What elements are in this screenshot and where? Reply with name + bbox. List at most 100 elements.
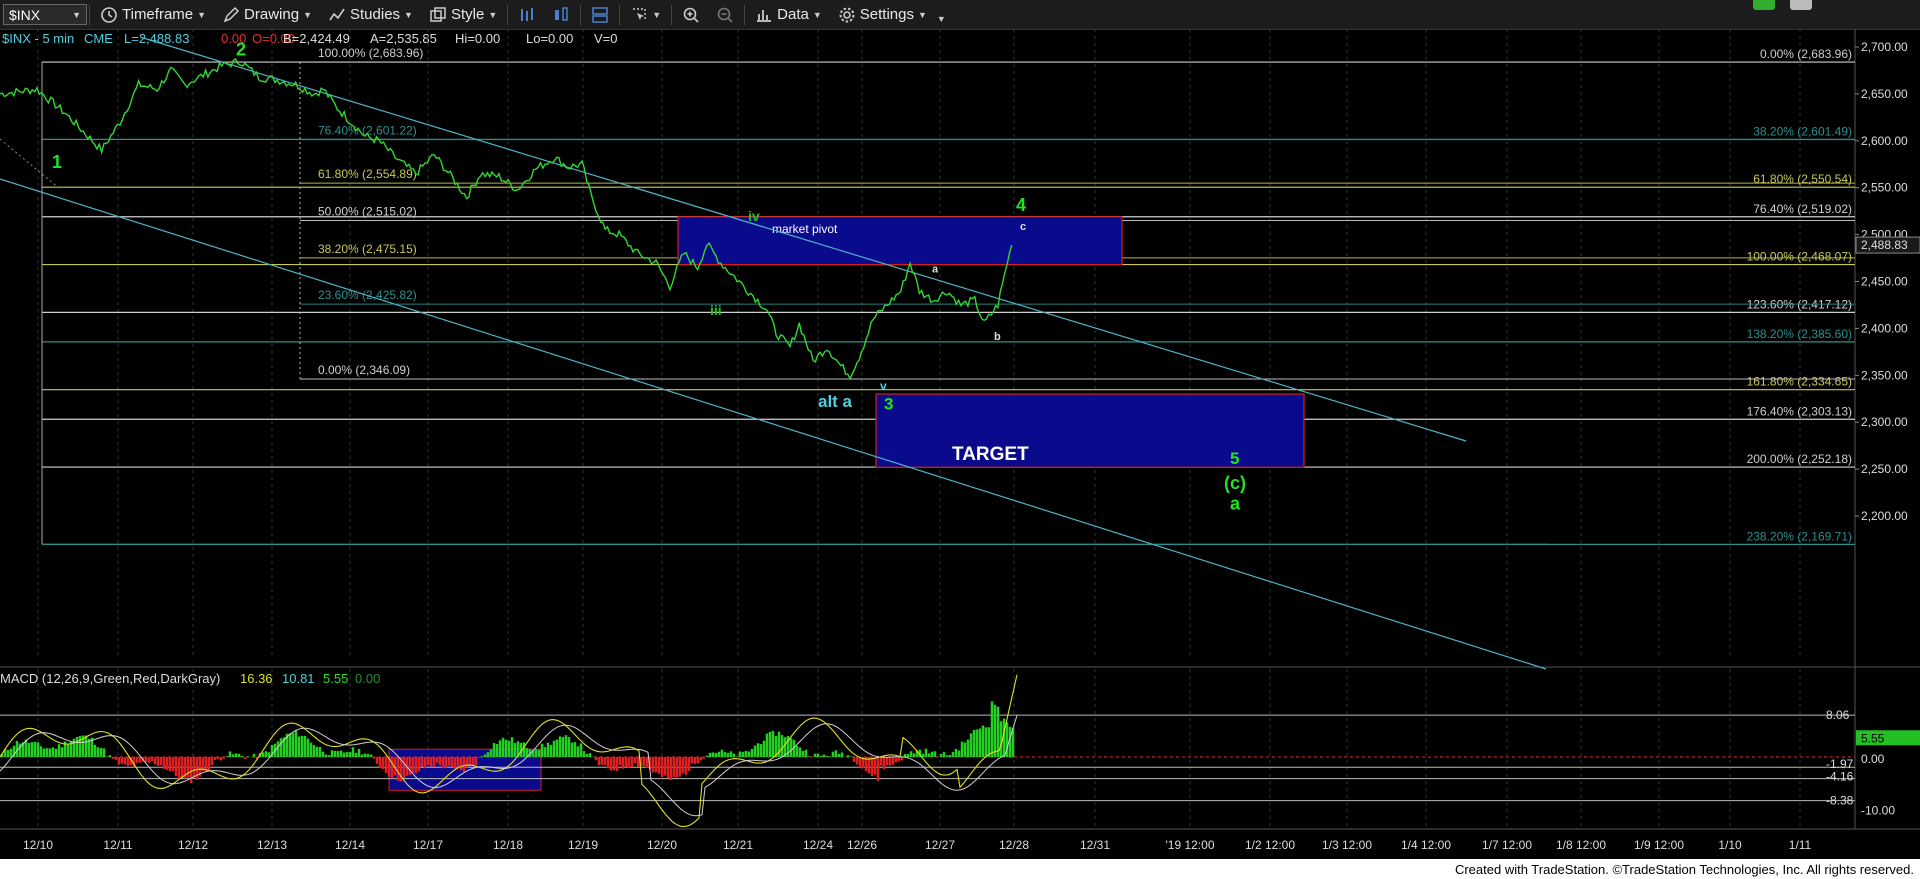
time-tick-label: 12/11	[103, 838, 132, 852]
time-tick-label: 1/8 12:00	[1556, 838, 1606, 852]
clock-icon	[101, 6, 117, 23]
price-tick-label: 2,300.00	[1861, 415, 1908, 429]
chevron-down-icon: ▼	[303, 9, 312, 20]
macd-value-1: 16.36	[240, 671, 273, 686]
target-box	[875, 393, 1305, 468]
symbol-selector[interactable]: $INX ▼	[3, 4, 87, 25]
zoom-out-icon	[717, 7, 733, 23]
wave-v-label: v	[880, 379, 887, 393]
wave-4-label: 4	[1016, 195, 1026, 215]
macd-tick-label: 0.00	[1861, 752, 1885, 766]
fib-right-label: 38.20% (2,601.49)	[1753, 124, 1852, 138]
fib-levels: 0.00% (2,683.96) 38.20% (2,601.49) 61.80% …	[41, 46, 1855, 546]
style-label: Style	[450, 6, 485, 23]
time-tick-label: 12/17	[413, 838, 443, 852]
time-tick-label: 1/3 12:00	[1322, 838, 1372, 852]
last-price-value: 2,488.83	[1861, 238, 1908, 252]
toolbar-divider	[507, 4, 509, 25]
time-tick-label: 12/10	[23, 838, 53, 852]
time-tick-label: 12/26	[847, 838, 877, 852]
time-tick-label: 12/18	[493, 838, 523, 852]
layout-icon	[592, 6, 608, 23]
macd-panel: 8.065.55-1.97 0.00-4.16-8.38-10.00	[0, 674, 1920, 828]
gray-status-button[interactable]	[1790, 0, 1812, 10]
wave-1-label: 1	[52, 152, 62, 172]
price-tick-label: 2,350.00	[1861, 368, 1908, 382]
macd-tick-label: -8.38	[1826, 794, 1854, 808]
cursor-menu[interactable]: ▼	[622, 0, 669, 29]
toolbar-divider	[580, 4, 582, 25]
price-tick-label: 2,450.00	[1861, 275, 1908, 289]
time-tick-label: 12/20	[647, 838, 677, 852]
wave-c-paren-label: (c)	[1224, 473, 1246, 493]
chevron-down-icon: ▼	[917, 9, 927, 20]
chart-bars-icon	[521, 7, 534, 21]
time-tick-label: 12/13	[257, 838, 287, 852]
target-label: TARGET	[952, 444, 1029, 465]
green-status-button[interactable]	[1753, 0, 1775, 10]
chevron-down-icon: ▼	[652, 9, 662, 20]
studies-label: Studies	[350, 6, 401, 23]
symbol-label: $INX	[9, 6, 41, 23]
macd-value-4: 0.00	[355, 671, 380, 686]
price-axis: 2,200.00 2,250.00 2,300.00 2,350.00 2,400.00…	[1855, 40, 1920, 523]
layout-button[interactable]	[583, 0, 617, 29]
chevron-down-icon: ▼	[488, 9, 498, 20]
time-axis: 12/10 12/11 12/12 12/13 12/14 12/17 12/18 12/19…	[0, 828, 1920, 852]
fib-right-label: 200.00% (2,252.18)	[1747, 452, 1852, 466]
wave-5-label: 5	[1230, 449, 1239, 468]
settings-menu[interactable]: Settings ▼ ▼	[830, 0, 954, 29]
drawing-label: Drawing	[244, 6, 300, 23]
volume-label: V=0	[594, 31, 618, 46]
fib-right-label: 176.40% (2,303.13)	[1747, 404, 1852, 418]
price-tick-label: 2,600.00	[1861, 134, 1908, 148]
time-tick-label: 1/10	[1718, 838, 1742, 852]
macd-value-3: 5.55	[323, 671, 348, 686]
wave-iv-label: iv	[748, 208, 760, 224]
time-tick-label: 12/24	[803, 838, 833, 852]
ask-label: A=2,535.85	[370, 31, 437, 46]
zoom-out-button[interactable]	[708, 0, 742, 29]
chart-toolbar: $INX ▼ Timeframe ▼ Drawing ▼ Studies ▼ S…	[0, 0, 1920, 30]
chevron-down-icon: ▼	[812, 9, 822, 20]
time-tick-label: 1/11	[1789, 838, 1812, 852]
zoom-in-button[interactable]	[674, 0, 708, 29]
bid-label: B=2,424.49	[283, 31, 350, 46]
toolbar-divider	[619, 4, 621, 25]
macd-title: MACD (12,26,9,Green,Red,DarkGray)	[0, 671, 220, 686]
price-chart[interactable]: $INX - 5 min CME L=2,488.83 0.00 O=0.00 …	[0, 29, 1920, 859]
alt-a-label: alt a	[818, 392, 853, 411]
macd-tick-label: -4.16	[1826, 770, 1854, 784]
wave-b-label: b	[994, 331, 1001, 343]
time-tick-label: 1/2 12:00	[1245, 838, 1295, 852]
drawing-menu[interactable]: Drawing ▼	[214, 0, 320, 29]
time-tick-label: 1/9 12:00	[1634, 838, 1684, 852]
toolbar-divider	[89, 4, 90, 25]
fib-left-label: 76.40% (2,601.22)	[318, 124, 417, 138]
data-menu[interactable]: Data ▼	[747, 0, 830, 29]
candles-button[interactable]	[544, 0, 578, 29]
bars-button[interactable]	[510, 0, 544, 29]
macd-tick-label: 8.06	[1826, 708, 1850, 722]
fib-right-label: 0.00% (2,683.96)	[1760, 47, 1852, 61]
wave-iii-label: iii	[710, 302, 722, 318]
fib-left-label: 50.00% (2,515.02)	[318, 205, 417, 219]
time-tick-label: '19 12:00	[1165, 838, 1214, 852]
price-tick-label: 2,700.00	[1861, 40, 1908, 54]
chevron-down-icon: ▼	[197, 9, 207, 20]
macd-tick-label: -10.00	[1861, 804, 1895, 818]
fib-left-label: 38.20% (2,475.15)	[318, 242, 417, 256]
time-tick-label: 12/12	[178, 838, 208, 852]
studies-menu[interactable]: Studies ▼	[320, 0, 421, 29]
price-tick-label: 2,400.00	[1861, 321, 1908, 335]
wave-a-small-label: a	[932, 264, 939, 276]
time-tick-label: 12/21	[723, 838, 753, 852]
time-tick-label: 12/14	[335, 838, 365, 852]
timeframe-menu[interactable]: Timeframe ▼	[92, 0, 214, 29]
time-tick-label: 1/7 12:00	[1482, 838, 1532, 852]
toolbar-divider	[744, 4, 746, 25]
data-icon	[757, 9, 772, 22]
style-menu[interactable]: Style ▼	[421, 0, 505, 29]
cursor-icon	[633, 7, 646, 21]
price-tick-label: 2,200.00	[1861, 509, 1908, 523]
